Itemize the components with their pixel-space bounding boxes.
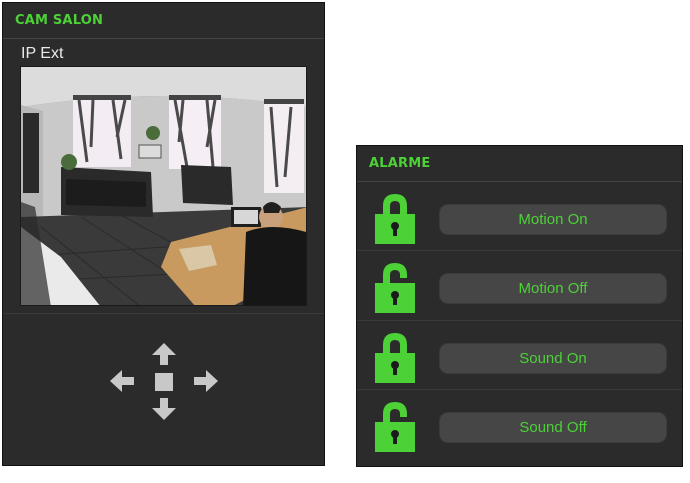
camera-feed-image [20,66,307,306]
motion-on-button[interactable]: Motion On [439,204,667,235]
alarm-panel-title: ALARME [357,146,682,182]
alarm-row-sound-on: Sound On [357,321,682,390]
camera-label: IP Ext [21,45,64,62]
lock-closed-icon [375,333,415,383]
cam-panel-title: CAM SALON [3,3,324,39]
ptz-control [110,343,218,423]
arrow-left-icon[interactable] [110,370,134,392]
lock-open-icon [375,402,415,452]
alarm-panel: ALARME Motion On Motion Off Sound On Sou… [356,145,683,467]
arrow-right-icon[interactable] [194,370,218,392]
alarm-row-motion-off: Motion Off [357,251,682,320]
sound-off-button[interactable]: Sound Off [439,412,667,443]
arrow-up-icon[interactable] [152,343,176,365]
cam-panel: CAM SALON IP Ext [2,2,325,466]
arrow-down-icon[interactable] [152,398,176,420]
alarm-row-sound-off: Sound Off [357,390,682,459]
stop-icon[interactable] [155,373,173,391]
alarm-row-motion-on: Motion On [357,182,682,251]
lock-closed-icon [375,194,415,244]
lock-open-icon [375,263,415,313]
cam-divider [3,313,324,314]
camera-feed-illustration [21,67,306,305]
motion-off-button[interactable]: Motion Off [439,273,667,304]
sound-on-button[interactable]: Sound On [439,343,667,374]
